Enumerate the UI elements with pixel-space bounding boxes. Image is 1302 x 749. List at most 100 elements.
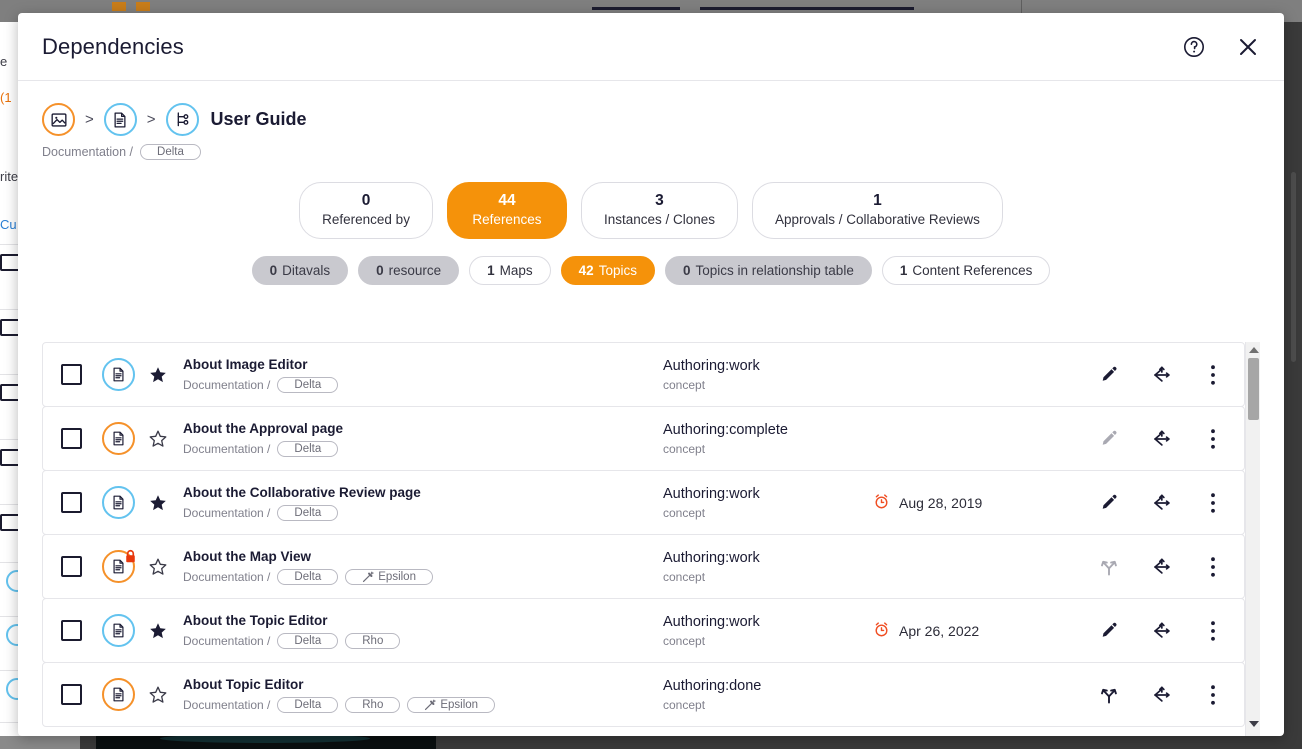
chip-label: Topics in relationship table [695, 263, 854, 278]
row-checkbox[interactable] [61, 684, 82, 705]
chip-content-references[interactable]: 1 Content References [881, 256, 1051, 285]
star-outline-icon[interactable] [149, 430, 167, 448]
kebab-menu-icon[interactable] [1202, 620, 1224, 642]
chip-label: Ditavals [282, 263, 331, 278]
table-row[interactable]: About the Approval page Documentation / … [42, 406, 1245, 471]
summary-card-approvals-reviews[interactable]: 1 Approvals / Collaborative Reviews [752, 182, 1003, 239]
table-row[interactable]: About Topic Editor Documentation / Delta… [42, 662, 1245, 727]
references-arrows-icon[interactable] [1150, 620, 1172, 642]
row-tag: Delta [277, 505, 339, 521]
scrollbar-down-arrow[interactable] [1246, 716, 1261, 731]
close-icon[interactable] [1234, 33, 1262, 61]
summary-card-references[interactable]: 44 References [446, 182, 567, 239]
kebab-menu-icon[interactable] [1202, 428, 1224, 450]
row-checkbox[interactable] [61, 428, 82, 449]
table-row[interactable]: About the Map View Documentation / Delta… [42, 534, 1245, 599]
row-title[interactable]: About Topic Editor [183, 676, 663, 693]
row-checkbox[interactable] [61, 556, 82, 577]
pencil-icon[interactable] [1098, 492, 1120, 514]
chip-topics[interactable]: 42 Topics [560, 256, 655, 285]
scrollbar-up-arrow[interactable] [1246, 342, 1261, 357]
star-outline-icon[interactable] [149, 558, 167, 576]
scrollbar-thumb[interactable] [1248, 358, 1259, 420]
document-icon[interactable] [102, 614, 135, 647]
summary-count: 3 [655, 192, 664, 209]
image-icon[interactable] [42, 103, 75, 136]
row-meta: Documentation / Delta [183, 505, 663, 521]
row-checkbox[interactable] [61, 364, 82, 385]
row-checkbox[interactable] [61, 492, 82, 513]
document-icon[interactable] [102, 358, 135, 391]
star-outline-icon[interactable] [149, 686, 167, 704]
document-icon[interactable] [102, 549, 135, 583]
row-actions [1098, 428, 1230, 450]
references-arrows-icon[interactable] [1150, 364, 1172, 386]
row-tag-label: Delta [294, 699, 322, 711]
document-icon[interactable] [102, 486, 135, 519]
dialog-header: Dependencies [18, 13, 1284, 81]
references-arrows-icon[interactable] [1150, 428, 1172, 450]
row-tag-label: Delta [294, 571, 322, 583]
chip-ditavals[interactable]: 0 Ditavals [251, 256, 349, 285]
dependency-list-area: About Image Editor Documentation / Delta… [42, 342, 1260, 736]
summary-label: Referenced by [322, 212, 410, 227]
kebab-menu-icon[interactable] [1202, 684, 1224, 706]
row-tag: Rho [345, 697, 401, 713]
row-status: Authoring:work concept [663, 357, 873, 392]
row-tag-label: Rho [362, 635, 384, 647]
row-type: concept [663, 570, 706, 584]
breadcrumb-separator: > [85, 111, 94, 128]
row-title[interactable]: About the Map View [183, 548, 663, 565]
references-arrows-icon[interactable] [1150, 684, 1172, 706]
row-date-value: Aug 28, 2019 [899, 494, 983, 511]
row-status-value: Authoring:work [663, 614, 760, 630]
row-tag: Rho [345, 633, 401, 649]
background-orange-mark-2 [136, 2, 150, 11]
pencil-icon[interactable] [1098, 620, 1120, 642]
row-title[interactable]: About the Approval page [183, 420, 663, 437]
help-circle-icon[interactable] [1180, 33, 1208, 61]
dialog-header-actions [1180, 33, 1262, 61]
summary-card-instances-clones[interactable]: 3 Instances / Clones [580, 182, 739, 239]
row-tag: Delta [277, 633, 339, 649]
table-row[interactable]: About Image Editor Documentation / Delta… [42, 342, 1245, 407]
breadcrumb-current-name: User Guide [210, 109, 307, 129]
kebab-menu-icon[interactable] [1202, 492, 1224, 514]
breadcrumb: > > User Guide Documentation / Delta [18, 81, 1284, 160]
kebab-menu-icon[interactable] [1202, 364, 1224, 386]
row-tag: Delta [277, 441, 339, 457]
summary-card-referenced-by[interactable]: 0 Referenced by [299, 182, 433, 239]
chip-maps[interactable]: 1 Maps [469, 256, 551, 285]
star-filled-icon[interactable] [149, 622, 167, 640]
list-scrollbar[interactable] [1245, 342, 1260, 736]
document-icon[interactable] [102, 422, 135, 455]
references-arrows-icon[interactable] [1150, 492, 1172, 514]
table-row[interactable]: About the Collaborative Review page Docu… [42, 470, 1245, 535]
row-title[interactable]: About the Collaborative Review page [183, 484, 663, 501]
row-title[interactable]: About the Topic Editor [183, 612, 663, 629]
document-icon[interactable] [103, 103, 137, 136]
branch-icon[interactable] [1098, 684, 1120, 706]
chip-topics-in-relationship-table[interactable]: 0 Topics in relationship table [664, 256, 872, 285]
chip-label: Topics [598, 263, 637, 278]
kebab-menu-icon[interactable] [1202, 556, 1224, 578]
table-row[interactable]: About the Topic Editor Documentation / D… [42, 598, 1245, 663]
chip-label: Content References [912, 263, 1033, 278]
row-main: About the Map View Documentation / Delta… [183, 548, 663, 585]
chip-resource[interactable]: 0 resource [358, 256, 460, 285]
row-title[interactable]: About Image Editor [183, 356, 663, 373]
row-tag-label: Epsilon [440, 699, 479, 711]
row-path: Documentation / [183, 698, 271, 712]
dependency-branch-icon[interactable] [165, 103, 199, 136]
document-icon[interactable] [102, 678, 135, 711]
row-meta: Documentation / Delta Epsilon [183, 569, 663, 585]
star-filled-icon[interactable] [149, 366, 167, 384]
row-tag: Epsilon [407, 697, 496, 713]
pencil-icon[interactable] [1098, 364, 1120, 386]
row-checkbox[interactable] [61, 620, 82, 641]
row-path: Documentation / [183, 506, 271, 520]
star-filled-icon[interactable] [149, 494, 167, 512]
references-arrows-icon[interactable] [1150, 556, 1172, 578]
row-path: Documentation / [183, 570, 271, 584]
breadcrumb-separator: > [146, 111, 156, 128]
